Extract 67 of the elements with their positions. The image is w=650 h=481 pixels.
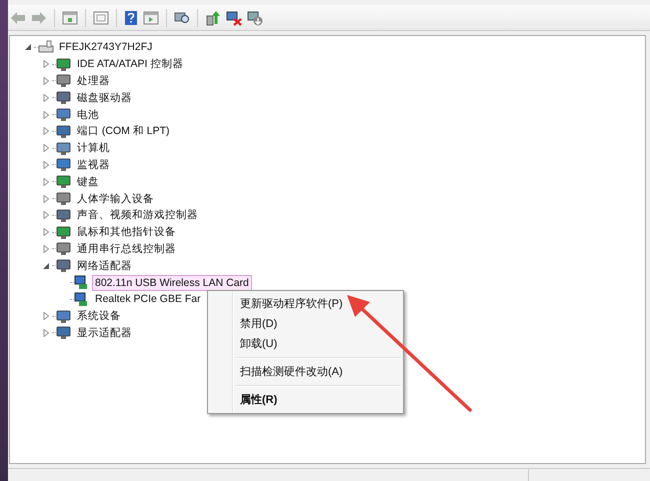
- tree-item[interactable]: 监视器: [74, 156, 113, 173]
- collapse-arrow-icon[interactable]: [42, 262, 50, 270]
- expand-arrow-icon[interactable]: [42, 60, 50, 68]
- tree-item[interactable]: 键盘: [74, 174, 102, 190]
- tree-item[interactable]: 802.11n USB Wireless LAN Card: [92, 274, 252, 291]
- tree-item[interactable]: IDE ATA/ATAPI 控制器: [74, 56, 186, 72]
- expand-arrow-icon[interactable]: [42, 328, 50, 337]
- expand-arrow-icon[interactable]: [42, 144, 50, 152]
- device-up-arrow-icon[interactable]: [205, 10, 221, 26]
- device-icon: [56, 325, 72, 340]
- expand-arrow-icon[interactable]: [42, 228, 50, 236]
- tree-item[interactable]: 鼠标和其他指针设备: [74, 224, 179, 240]
- menu-item[interactable]: 卸载(U): [208, 334, 403, 354]
- device-icon: [74, 292, 90, 307]
- tree-item[interactable]: 网络适配器: [74, 258, 135, 274]
- expand-arrow-icon[interactable]: [42, 211, 50, 220]
- tree-item[interactable]: 电池: [74, 106, 102, 123]
- collapse-arrow-icon[interactable]: [24, 43, 32, 52]
- device-icon: [56, 73, 72, 88]
- expand-arrow-icon[interactable]: [42, 194, 50, 203]
- menu-item[interactable]: 禁用(D): [208, 314, 403, 334]
- device-icon: [56, 191, 72, 206]
- device-icon: [56, 90, 72, 106]
- tree-item[interactable]: 端口 (COM 和 LPT): [74, 123, 172, 140]
- device-icon: [56, 174, 72, 190]
- forward-arrow-icon[interactable]: [31, 10, 47, 24]
- device-icon: [56, 124, 72, 139]
- tree-item[interactable]: FFEJK2743Y7H2FJ: [56, 39, 156, 56]
- computer-icon: [38, 40, 54, 55]
- expand-arrow-icon[interactable]: [42, 110, 50, 119]
- device-down-arrow-icon[interactable]: [247, 10, 263, 26]
- expand-arrow-icon[interactable]: [42, 94, 50, 102]
- expand-arrow-icon[interactable]: [42, 160, 50, 169]
- menu-item[interactable]: 属性(R): [208, 390, 403, 410]
- tree-item[interactable]: 通用串行总线控制器: [74, 240, 179, 257]
- help-icon[interactable]: [124, 10, 138, 26]
- expand-arrow-icon[interactable]: [42, 312, 50, 320]
- tree-item[interactable]: 声音、视频和游戏控制器: [74, 207, 201, 224]
- monitor-magnifier-icon[interactable]: [174, 10, 190, 24]
- device-icon: [56, 241, 72, 256]
- window-icon[interactable]: [143, 10, 159, 24]
- tree-item[interactable]: Realtek PCIe GBE Far: [92, 291, 204, 308]
- tree-item[interactable]: 系统设备: [74, 308, 124, 324]
- tree-item[interactable]: 计算机: [74, 140, 113, 156]
- device-icon: [56, 140, 72, 156]
- device-x-icon[interactable]: [226, 10, 242, 26]
- menu-item[interactable]: 扫描检测硬件改动(A): [208, 362, 403, 382]
- device-icon: [56, 157, 72, 172]
- device-icon: [56, 308, 72, 324]
- window-icon[interactable]: [93, 10, 109, 24]
- device-icon: [56, 208, 72, 223]
- device-icon: [56, 258, 72, 274]
- menu-item[interactable]: 更新驱动程序软件(P): [208, 294, 403, 314]
- expand-arrow-icon[interactable]: [42, 178, 50, 186]
- tree-item[interactable]: 人体学输入设备: [74, 190, 157, 207]
- back-arrow-icon[interactable]: [10, 10, 26, 24]
- window-icon[interactable]: [62, 10, 78, 24]
- expand-arrow-icon[interactable]: [42, 244, 50, 253]
- device-icon: [56, 107, 72, 122]
- device-icon: [74, 275, 90, 290]
- tree-item[interactable]: 磁盘驱动器: [74, 90, 135, 106]
- device-icon: [56, 56, 72, 72]
- device-icon: [56, 224, 72, 240]
- expand-arrow-icon[interactable]: [42, 127, 50, 136]
- expand-arrow-icon[interactable]: [42, 76, 50, 85]
- tree-item[interactable]: 显示适配器: [74, 324, 135, 341]
- tree-item[interactable]: 处理器: [74, 72, 113, 89]
